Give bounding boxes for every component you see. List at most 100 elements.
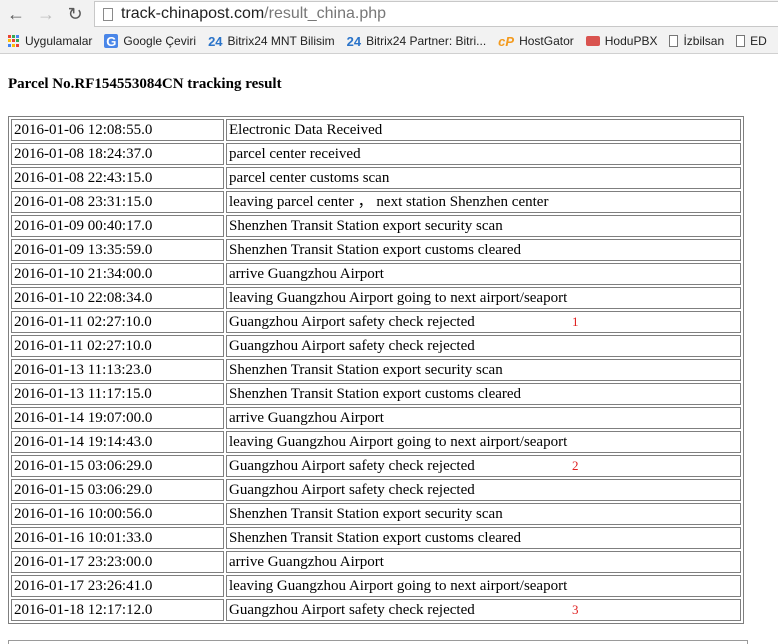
event-description: arrive Guangzhou Airport — [229, 554, 384, 570]
event-time: 2016-01-08 22:43:15.0 — [11, 167, 224, 189]
event-time: 2016-01-15 03:06:29.0 — [11, 479, 224, 501]
bookmark-label: İzbilsan — [683, 34, 725, 48]
event-time: 2016-01-17 23:26:41.0 — [11, 575, 224, 597]
event-time: 2016-01-11 02:27:10.0 — [11, 311, 224, 333]
event-description: Shenzhen Transit Station export customs … — [229, 386, 522, 402]
bookmark-item[interactable]: İzbilsan — [669, 34, 724, 48]
event-time: 2016-01-10 22:08:34.0 — [11, 287, 224, 309]
back-arrow-icon[interactable]: ← — [4, 3, 28, 25]
tracking-row: 2016-01-08 23:31:15.0 leaving parcel cent… — [11, 191, 741, 213]
forward-arrow-icon[interactable]: → — [34, 3, 58, 25]
bookmark-item[interactable]: HoduPBX — [585, 34, 658, 48]
bookmark-item[interactable]: ED — [736, 34, 767, 48]
event-description-cell: Guangzhou Airport safety check rejected — [226, 479, 741, 501]
tracking-row: 2016-01-16 10:00:56.0 Shenzhen Transit St… — [11, 503, 741, 525]
event-description-cell: leaving Guangzhou Airport going to next … — [226, 431, 741, 453]
event-time: 2016-01-09 00:40:17.0 — [11, 215, 224, 237]
event-description: Shenzhen Transit Station export security… — [229, 362, 503, 378]
event-description-cell: Shenzhen Transit Station export security… — [226, 503, 741, 525]
event-time: 2016-01-14 19:07:00.0 — [11, 407, 224, 429]
tracking-row: 2016-01-13 11:13:23.0 Shenzhen Transit St… — [11, 359, 741, 381]
event-description-cell: parcel center customs scan — [226, 167, 741, 189]
tracking-row: 2016-01-14 19:07:00.0 arrive Guangzhou Ai… — [11, 407, 741, 429]
event-description: leaving Guangzhou Airport going to next … — [229, 290, 568, 306]
event-time: 2016-01-08 23:31:15.0 — [11, 191, 224, 213]
event-description-cell: leaving Guangzhou Airport going to next … — [226, 287, 741, 309]
event-description: Shenzhen Transit Station export customs … — [229, 530, 522, 546]
tracking-row: 2016-01-08 22:43:15.0 parcel center custo… — [11, 167, 741, 189]
tracking-row: 2016-01-08 18:24:37.0 parcel center recei… — [11, 143, 741, 165]
bitrix24-icon: 24 — [346, 33, 362, 49]
event-time: 2016-01-15 03:06:29.0 — [11, 455, 224, 477]
event-description: Shenzhen Transit Station export security… — [229, 218, 503, 234]
event-description: Guangzhou Airport safety check rejected — [229, 602, 475, 618]
event-description-cell: arrive Guangzhou Airport — [226, 407, 741, 429]
bookmark-item[interactable]: cP HostGator — [498, 34, 574, 49]
tracking-row: 2016-01-06 12:08:55.0 Electronic Data Rec… — [11, 119, 741, 141]
cpanel-icon: cP — [498, 33, 515, 49]
tracking-row: 2016-01-14 19:14:43.0 leaving Guangzhou A… — [11, 431, 741, 453]
annotation-number: 3 — [572, 602, 579, 617]
tracking-table: 2016-01-06 12:08:55.0 Electronic Data Rec… — [8, 116, 744, 624]
tracking-row: 2016-01-18 12:17:12.0 Guangzhou Airport s… — [11, 599, 741, 621]
event-description: Guangzhou Airport safety check rejected — [229, 482, 475, 498]
event-description-cell: Shenzhen Transit Station export security… — [226, 215, 741, 237]
event-description: Guangzhou Airport safety check rejected — [229, 338, 475, 354]
event-description-cell: arrive Guangzhou Airport — [226, 263, 741, 285]
bookmark-item[interactable]: G Google Çeviri — [104, 34, 196, 49]
event-time: 2016-01-17 23:23:00.0 — [11, 551, 224, 573]
event-description-cell: leaving parcel center ， next station She… — [226, 191, 741, 213]
event-description-cell: Electronic Data Received — [226, 119, 741, 141]
event-time: 2016-01-09 13:35:59.0 — [11, 239, 224, 261]
event-description: Guangzhou Airport safety check rejected — [229, 458, 475, 474]
hodupbx-icon — [585, 36, 600, 46]
event-description: Guangzhou Airport safety check rejected — [229, 314, 475, 330]
event-description: Shenzhen Transit Station export security… — [229, 506, 503, 522]
tracking-row: 2016-01-16 10:01:33.0 Shenzhen Transit St… — [11, 527, 741, 549]
event-time: 2016-01-08 18:24:37.0 — [11, 143, 224, 165]
event-time: 2016-01-14 19:14:43.0 — [11, 431, 224, 453]
event-description-cell: Guangzhou Airport safety check rejected 2 — [226, 455, 741, 477]
bookmark-label: Uygulamalar — [25, 34, 93, 48]
page-icon — [669, 35, 679, 47]
address-bar[interactable]: track-chinapost.com/result_china.php — [94, 1, 778, 27]
annotation-number: 2 — [572, 458, 579, 473]
event-time: 2016-01-13 11:17:15.0 — [11, 383, 224, 405]
bookmark-label: Bitrix24 Partner: Bitri... — [366, 34, 487, 48]
event-description-cell: Guangzhou Airport safety check rejected 3 — [226, 599, 741, 621]
url-path: /result_china.php — [264, 5, 387, 22]
page-icon — [103, 7, 113, 21]
event-time: 2016-01-16 10:00:56.0 — [11, 503, 224, 525]
bookmark-label: HostGator — [519, 34, 574, 48]
tracking-row: 2016-01-13 11:17:15.0 Shenzhen Transit St… — [11, 383, 741, 405]
bookmark-label: HoduPBX — [604, 34, 658, 48]
event-description-cell: Shenzhen Transit Station export security… — [226, 359, 741, 381]
bookmark-label: Bitrix24 MNT Bilisim — [227, 34, 335, 48]
event-description: parcel center customs scan — [229, 170, 390, 186]
tracking-row: 2016-01-17 23:26:41.0 leaving Guangzhou A… — [11, 575, 741, 597]
event-description: leaving Guangzhou Airport going to next … — [229, 434, 568, 450]
event-description-cell: Shenzhen Transit Station export customs … — [226, 239, 741, 261]
event-description-cell: Guangzhou Airport safety check rejected — [226, 335, 741, 357]
event-description: arrive Guangzhou Airport — [229, 410, 384, 426]
url-text: track-chinapost.com/result_china.php — [121, 5, 386, 23]
event-description-cell: parcel center received — [226, 143, 741, 165]
event-time: 2016-01-18 12:17:12.0 — [11, 599, 224, 621]
event-time: 2016-01-06 12:08:55.0 — [11, 119, 224, 141]
bookmark-item[interactable]: 24 Bitrix24 Partner: Bitri... — [347, 34, 487, 49]
event-time: 2016-01-16 10:01:33.0 — [11, 527, 224, 549]
tracking-row: 2016-01-09 00:40:17.0 Shenzhen Transit St… — [11, 215, 741, 237]
reload-icon[interactable]: ↻ — [63, 3, 87, 25]
tracking-row: 2016-01-15 03:06:29.0 Guangzhou Airport s… — [11, 479, 741, 501]
bitrix24-icon: 24 — [208, 33, 223, 49]
event-time: 2016-01-11 02:27:10.0 — [11, 335, 224, 357]
tracking-row: 2016-01-10 22:08:34.0 leaving Guangzhou A… — [11, 287, 741, 309]
event-description-cell: Shenzhen Transit Station export customs … — [226, 383, 741, 405]
event-description: parcel center received — [229, 146, 361, 162]
event-description: Shenzhen Transit Station export customs … — [229, 242, 522, 258]
event-description-cell: Shenzhen Transit Station export customs … — [226, 527, 741, 549]
bookmark-label: ED — [750, 34, 767, 48]
bookmark-item[interactable]: 24 Bitrix24 MNT Bilisim — [208, 34, 335, 49]
bookmark-item[interactable]: Uygulamalar — [8, 34, 92, 48]
browser-toolbar: ← → ↻ track-chinapost.com/result_china.p… — [0, 0, 778, 29]
